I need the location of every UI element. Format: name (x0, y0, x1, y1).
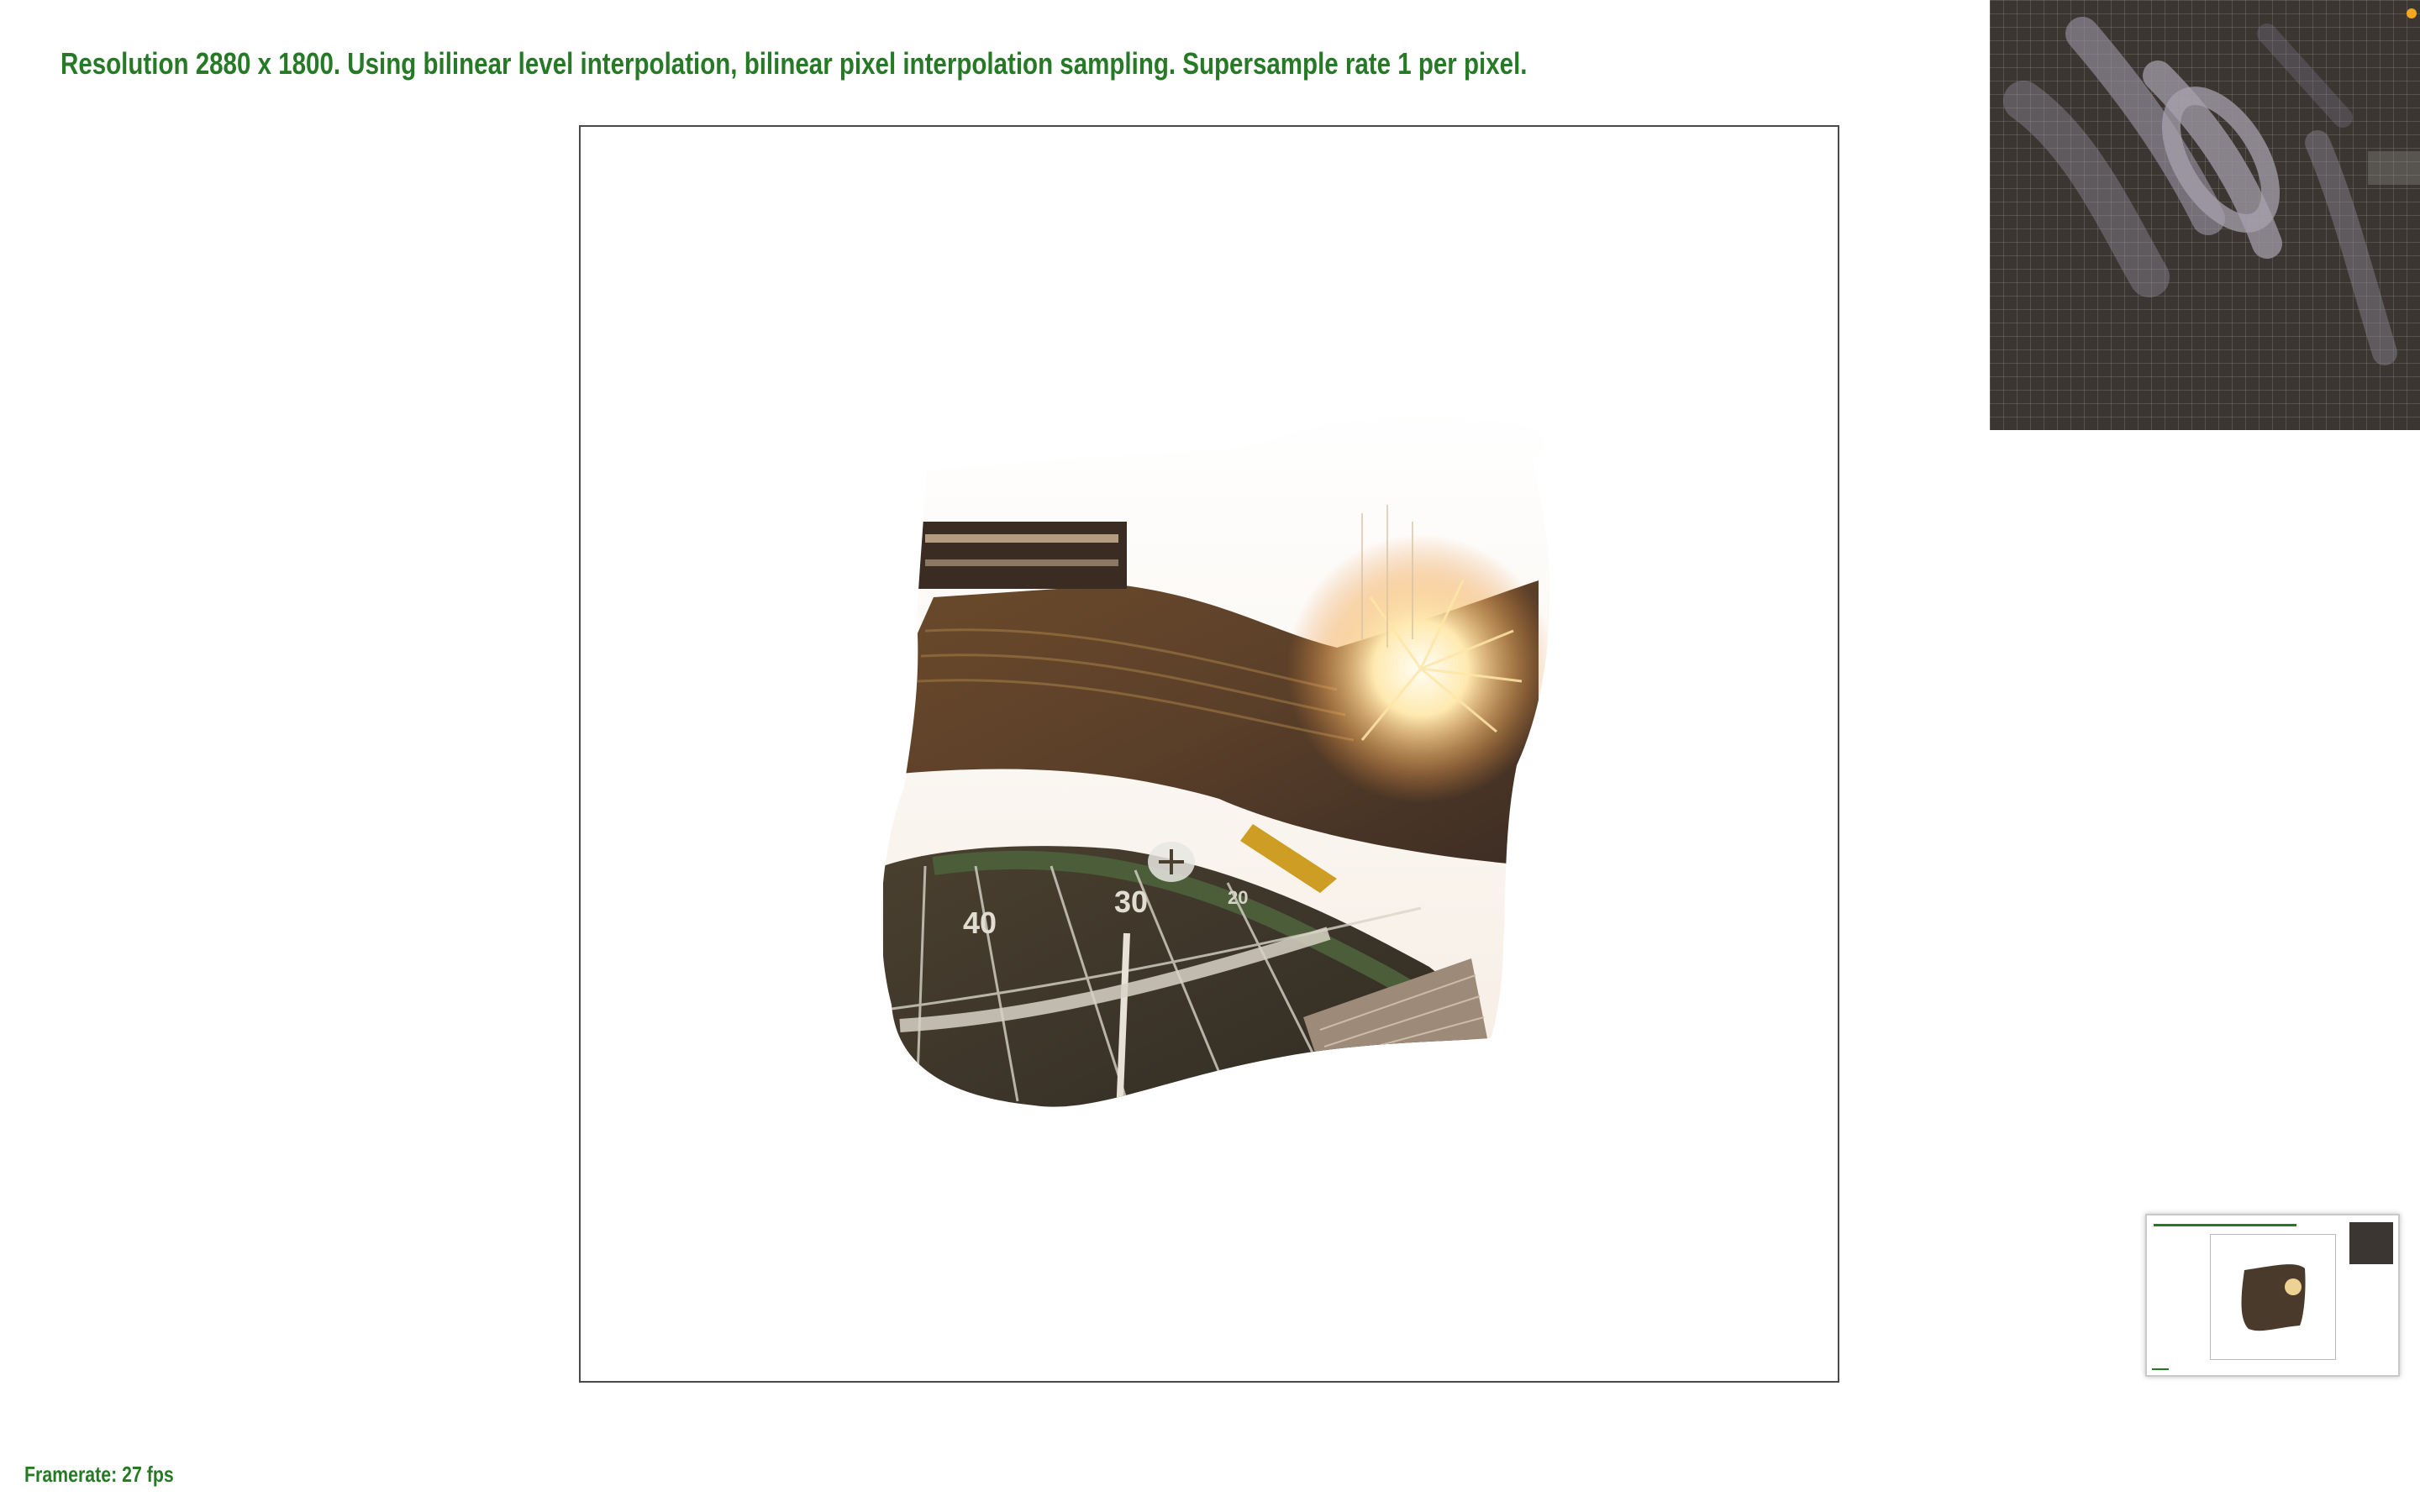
render-settings-text: Resolution 2880 x 1800. Using bilinear l… (60, 46, 1528, 81)
zoom-position-marker (2407, 8, 2417, 18)
yard-label: 30 (1114, 885, 1148, 919)
yard-label: 20 (1228, 887, 1248, 908)
minimap-zoom-thumb (2349, 1222, 2393, 1264)
zoom-inspector (1990, 0, 2420, 430)
minimap-title-line (2154, 1224, 2296, 1226)
minimap-canvas (2210, 1234, 2336, 1360)
warped-texture: 40 30 20 (881, 415, 1550, 1107)
framerate-text: Framerate: 27 fps (24, 1462, 174, 1487)
minimap-fps-line (2152, 1368, 2169, 1370)
yard-label: 40 (963, 906, 997, 940)
render-canvas[interactable]: 40 30 20 (579, 125, 1839, 1383)
pixel-grid (1990, 0, 2420, 430)
minimap-texture (2241, 1264, 2306, 1331)
minimap-preview (2145, 1214, 2400, 1377)
